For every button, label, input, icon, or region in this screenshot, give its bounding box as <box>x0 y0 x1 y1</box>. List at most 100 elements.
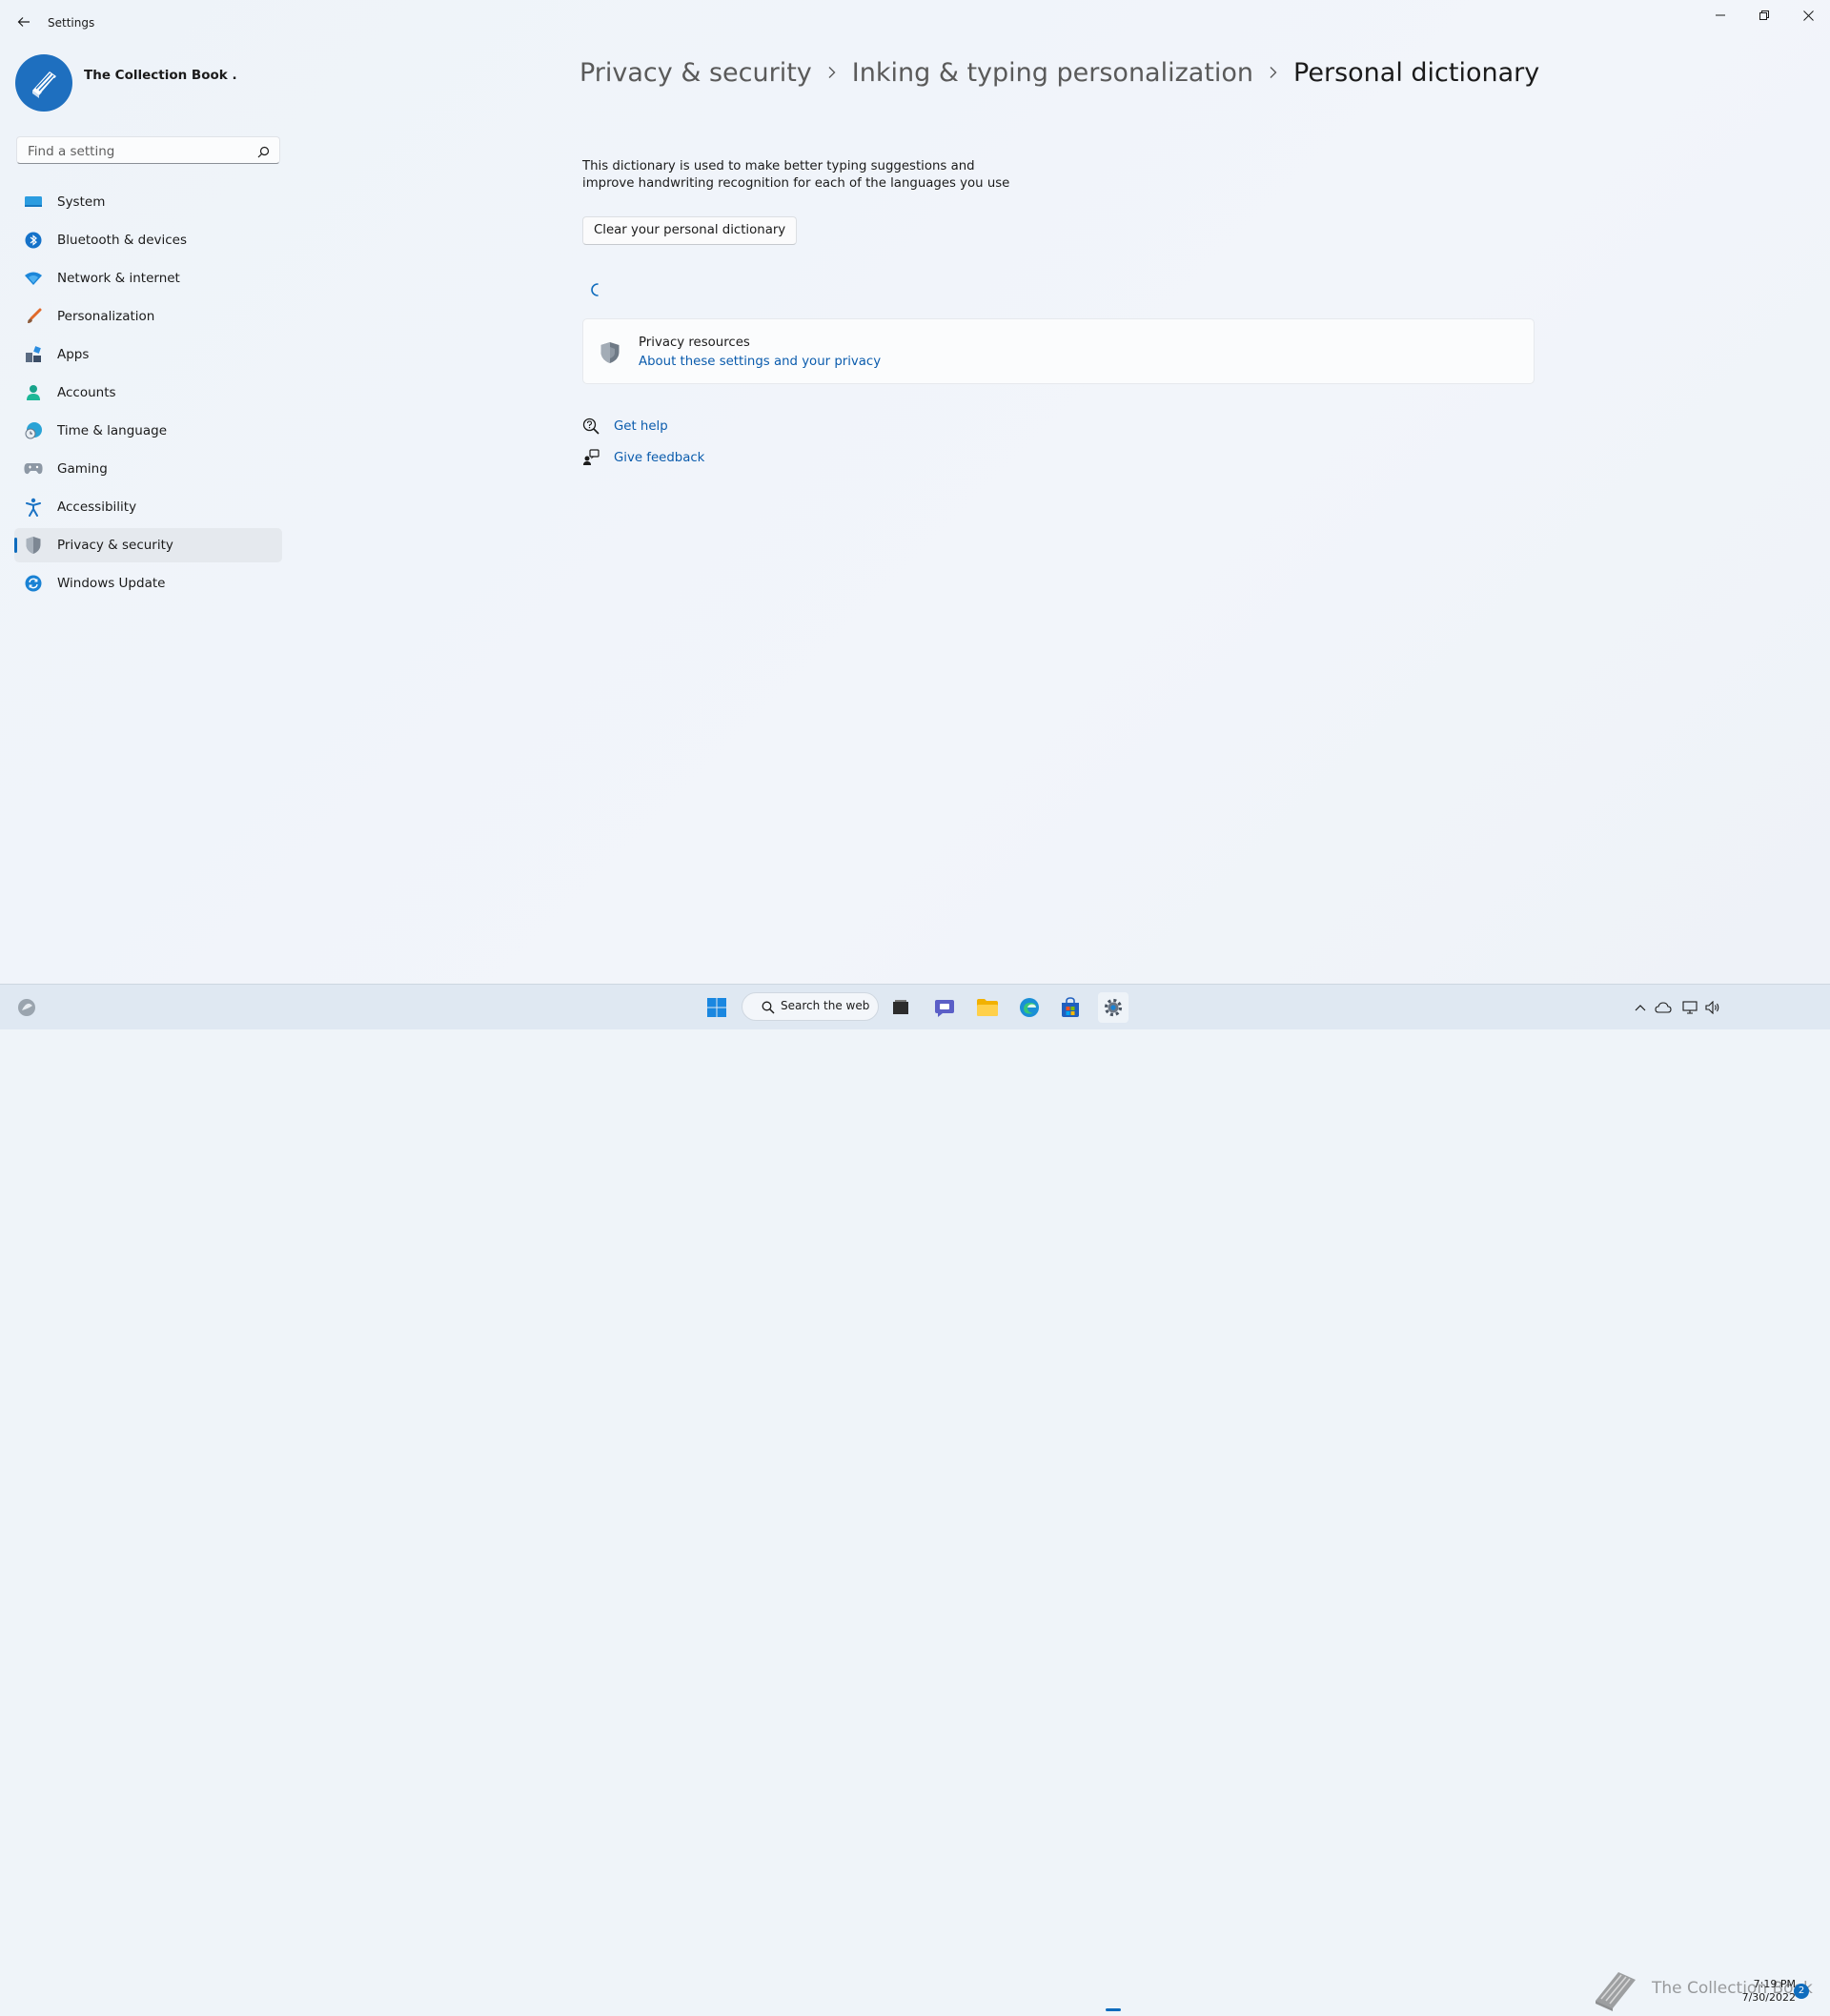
windows-logo-icon <box>707 998 726 1017</box>
close-icon <box>1802 10 1814 21</box>
file-explorer-button[interactable] <box>972 992 1003 1023</box>
task-view-icon <box>893 1000 908 1014</box>
sidebar-item-label: Network & internet <box>57 271 180 286</box>
sidebar-item-label: Apps <box>57 347 90 362</box>
globe-clock-icon <box>24 421 43 440</box>
edge-button[interactable] <box>1014 992 1045 1023</box>
task-view-button[interactable] <box>885 992 916 1023</box>
accessibility-icon <box>24 498 43 517</box>
brush-icon <box>24 307 43 326</box>
search-icon[interactable] <box>257 144 270 162</box>
apps-icon <box>24 345 43 364</box>
notification-badge[interactable]: 2 <box>1794 1984 1809 1999</box>
avatar[interactable] <box>15 54 72 112</box>
folder-icon <box>977 999 998 1016</box>
sidebar-item-label: Accessibility <box>57 499 137 515</box>
dictionary-description: This dictionary is used to make better t… <box>582 159 1010 191</box>
restore-icon <box>1759 10 1769 20</box>
network-icon <box>1682 1001 1698 1014</box>
back-arrow-icon <box>17 17 30 27</box>
volume-icon <box>1705 1001 1719 1014</box>
get-help-link[interactable]: Get help <box>614 419 668 434</box>
app-title: Settings <box>48 16 95 30</box>
sidebar-item-windows-update[interactable]: Windows Update <box>14 566 282 601</box>
sidebar-item-gaming[interactable]: Gaming <box>14 452 282 486</box>
taskbar-clock[interactable]: 7:19 PM 7/30/2022 <box>1733 1978 1796 2005</box>
controller-icon <box>24 459 43 479</box>
book-icon <box>32 71 56 98</box>
sidebar-item-time-language[interactable]: Time & language <box>14 414 282 448</box>
search-icon <box>762 1000 775 1018</box>
loading-spinner-icon <box>591 283 599 296</box>
sidebar-item-label: Windows Update <box>57 576 166 591</box>
sidebar-item-privacy-security[interactable]: Privacy & security <box>14 528 282 562</box>
minimize-icon <box>1716 14 1725 16</box>
system-icon <box>24 193 43 212</box>
settings-search[interactable] <box>16 136 280 165</box>
minimize-button[interactable] <box>1698 0 1742 31</box>
sidebar-item-label: Accounts <box>57 385 116 400</box>
chevron-right-icon <box>1253 66 1293 79</box>
close-button[interactable] <box>1786 0 1830 31</box>
clock-time: 7:19 PM <box>1753 1978 1796 1990</box>
shield-icon <box>24 536 43 555</box>
store-icon <box>1062 997 1079 1017</box>
restore-button[interactable] <box>1742 0 1786 31</box>
page-title: Personal dictionary <box>1293 57 1540 88</box>
profile-name: The Collection Book . <box>84 68 237 83</box>
wifi-icon <box>24 269 43 288</box>
sidebar-item-personalization[interactable]: Personalization <box>14 299 282 334</box>
sidebar-item-label: Bluetooth & devices <box>57 233 188 248</box>
back-button[interactable] <box>11 10 36 34</box>
sidebar-item-system[interactable]: System <box>14 185 282 219</box>
privacy-resources-card: Privacy resources About these settings a… <box>582 318 1535 384</box>
search-input[interactable] <box>26 137 249 165</box>
sidebar-item-label: Personalization <box>57 309 155 324</box>
network-tray-button[interactable] <box>1681 999 1698 1016</box>
update-icon <box>24 574 43 593</box>
sidebar-item-network[interactable]: Network & internet <box>14 261 282 295</box>
volume-tray-button[interactable] <box>1704 999 1721 1016</box>
privacy-settings-link[interactable]: About these settings and your privacy <box>639 355 881 369</box>
clear-dictionary-button[interactable]: Clear your personal dictionary <box>582 216 798 245</box>
breadcrumb: Privacy & security Inking & typing perso… <box>580 53 1539 92</box>
feedback-icon <box>582 449 600 466</box>
gear-icon <box>1104 998 1123 1017</box>
sidebar-item-bluetooth[interactable]: Bluetooth & devices <box>14 223 282 257</box>
settings-window: Settings The Collection Book . Find a se… <box>0 0 1830 984</box>
taskbar-search[interactable]: Search the web <box>742 992 879 1021</box>
chevron-right-icon <box>812 66 852 79</box>
sidebar-item-apps[interactable]: Apps <box>14 337 282 372</box>
sidebar-item-label: System <box>57 194 106 210</box>
sidebar-item-accounts[interactable]: Accounts <box>14 376 282 410</box>
chat-button[interactable] <box>929 992 960 1023</box>
watermark-book-logo <box>1590 1965 1643 2016</box>
chevron-up-icon <box>1635 1005 1646 1011</box>
breadcrumb-item-privacy-security[interactable]: Privacy & security <box>580 58 812 88</box>
taskbar: Search the web The Collection Book 7:19 … <box>0 984 1830 2011</box>
start-button[interactable] <box>702 992 732 1023</box>
taskbar-search-label: Search the web <box>781 999 870 1012</box>
sidebar-nav: System Bluetooth & devices Network & int… <box>14 185 282 604</box>
get-help-row[interactable]: Get help <box>582 416 668 437</box>
help-icon <box>582 417 600 435</box>
sidebar-item-accessibility[interactable]: Accessibility <box>14 490 282 524</box>
chat-icon <box>935 1000 954 1017</box>
bluetooth-icon <box>24 231 43 250</box>
show-hidden-icons-button[interactable] <box>1632 999 1649 1016</box>
onedrive-button[interactable] <box>1655 999 1672 1016</box>
give-feedback-row[interactable]: Give feedback <box>582 447 704 468</box>
privacy-resources-title: Privacy resources <box>639 336 750 350</box>
widgets-button[interactable] <box>11 992 42 1023</box>
breadcrumb-item-inking-typing[interactable]: Inking & typing personalization <box>852 58 1253 88</box>
shield-icon <box>600 341 620 368</box>
active-app-indicator <box>1106 2008 1121 2011</box>
settings-taskbar-button[interactable] <box>1098 992 1128 1023</box>
give-feedback-link[interactable]: Give feedback <box>614 451 704 465</box>
sidebar-item-label: Time & language <box>57 423 168 438</box>
sidebar-item-label: Privacy & security <box>57 538 173 553</box>
widgets-icon <box>18 999 35 1016</box>
account-icon <box>24 383 43 402</box>
store-button[interactable] <box>1055 992 1086 1023</box>
title-bar: Settings <box>0 0 1830 46</box>
